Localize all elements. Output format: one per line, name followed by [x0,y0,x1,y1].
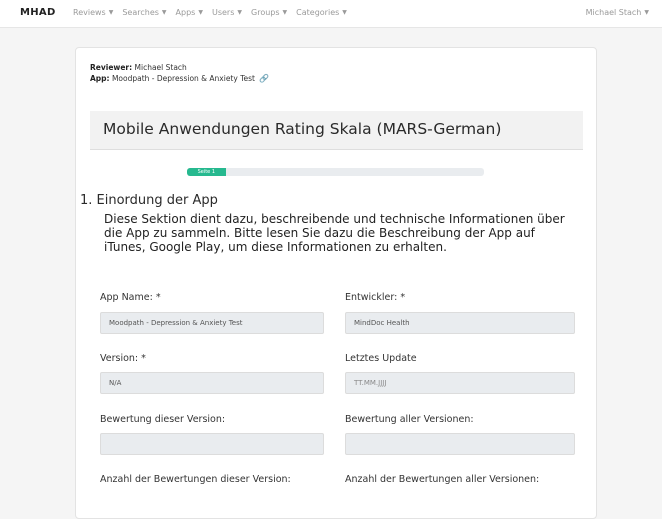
rating-all-versions-label: Bewertung aller Versionen: [345,414,474,425]
version-field[interactable]: N/A [100,372,324,394]
caret-down-icon: ▼ [282,9,288,16]
last-update-field[interactable]: TT.MM.JJJJ [345,372,575,394]
form-title: Mobile Anwendungen Rating Skala (MARS-Ge… [103,120,502,138]
caret-down-icon: ▼ [198,9,203,16]
nav-groups-label: Groups [251,8,280,17]
form-title-box: Mobile Anwendungen Rating Skala (MARS-Ge… [90,111,583,150]
nav-searches[interactable]: Searches ▼ [122,8,166,17]
nav-users[interactable]: Users ▼ [212,8,242,17]
reviewer-value: Michael Stach [134,63,187,72]
user-name: Michael Stach [585,8,642,17]
review-card: Reviewer: Michael Stach App: Moodpath - … [75,47,597,519]
nav-apps[interactable]: Apps ▼ [176,8,203,17]
user-menu[interactable]: Michael Stach ▼ [586,8,649,17]
rating-all-versions-field[interactable] [345,433,575,455]
review-meta: Reviewer: Michael Stach App: Moodpath - … [90,62,269,84]
caret-down-icon: ▼ [644,9,649,16]
section-description: Diese Sektion dient dazu, beschreibende … [104,212,565,254]
app-line: App: Moodpath - Depression & Anxiety Tes… [90,73,269,84]
rating-this-version-field[interactable] [100,433,324,455]
reviewer-label: Reviewer: [90,63,133,72]
caret-down-icon: ▼ [161,9,167,16]
caret-down-icon: ▼ [342,9,347,16]
reviewer-line: Reviewer: Michael Stach [90,62,269,73]
nav-apps-label: Apps [175,8,196,17]
rating-this-version-label: Bewertung dieser Version: [100,414,226,425]
caret-down-icon: ▼ [237,9,242,16]
count-this-version-label: Anzahl der Bewertungen dieser Version: [100,474,291,485]
nav-reviews-label: Reviews [73,8,106,17]
link-icon[interactable]: 🔗 [259,74,269,83]
app-value: Moodpath - Depression & Anxiety Test [111,74,255,83]
brand-logo[interactable]: MHAD [20,7,56,18]
main-nav: Reviews ▼ Searches ▼ Apps ▼ Users ▼ Groups ▼ … [73,8,347,17]
progress-bar: Seite 1 [187,168,484,176]
nav-groups[interactable]: Groups ▼ [251,8,287,17]
app-label: App: [90,74,110,83]
app-name-label: App Name: * [100,292,161,303]
nav-categories[interactable]: Categories ▼ [296,8,347,17]
nav-searches-label: Searches [122,8,159,17]
caret-down-icon: ▼ [108,9,114,16]
app-name-field[interactable]: Moodpath - Depression & Anxiety Test [100,312,324,334]
developer-field[interactable]: MindDoc Health [345,312,575,334]
progress-label: Seite 1 [197,169,216,175]
nav-categories-label: Categories [296,8,340,17]
developer-label: Entwickler: * [345,292,406,303]
section-title: 1. Einordung der App [80,193,218,208]
top-navbar: MHAD Reviews ▼ Searches ▼ Apps ▼ Users ▼ Gro… [0,0,662,28]
version-label: Version: * [100,353,146,364]
nav-users-label: Users [211,8,235,17]
count-all-versions-label: Anzahl der Bewertungen aller Versionen: [345,474,540,485]
progress-fill: Seite 1 [187,168,226,176]
last-update-label: Letztes Update [345,353,417,364]
nav-reviews[interactable]: Reviews ▼ [73,8,113,17]
